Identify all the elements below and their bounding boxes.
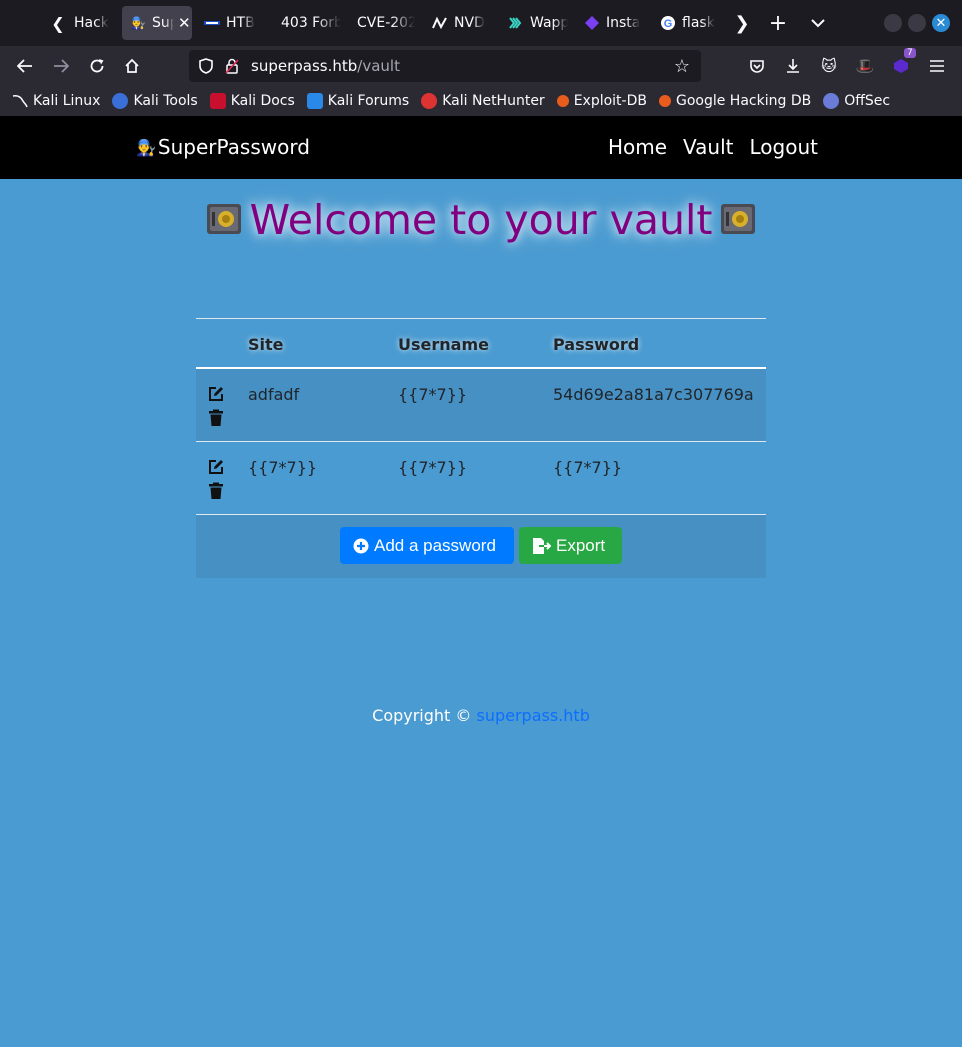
superpass-icon: 👨‍🔧 <box>130 16 146 30</box>
tab-cve[interactable]: CVE-202 <box>357 6 415 40</box>
vault-table: Site Username Password adfadf {{7*7}} 54… <box>196 318 766 578</box>
back-button[interactable] <box>10 51 40 81</box>
minimize-window-button[interactable] <box>884 14 902 32</box>
mechanic-emoji-icon: 👨‍🔧 <box>136 137 156 157</box>
brand-link[interactable]: 👨‍🔧 SuperPassword <box>136 135 310 159</box>
kali-tools-icon <box>112 93 129 109</box>
bookmark-kali-forums[interactable]: Kali Forums <box>306 93 409 109</box>
home-button[interactable] <box>117 51 147 81</box>
tab-403-forbidden[interactable]: 403 Forb <box>281 6 341 40</box>
bookmark-kali-tools[interactable]: Kali Tools <box>112 93 198 109</box>
extension-hacktools-icon[interactable]: 7 <box>886 48 916 81</box>
column-header-site: Site <box>248 335 284 354</box>
kali-forums-icon <box>306 93 323 109</box>
edit-icon[interactable] <box>207 385 225 403</box>
cell-site: adfadf <box>248 385 300 404</box>
export-button[interactable]: Export <box>519 527 622 564</box>
kali-docs-icon <box>209 93 226 109</box>
nav-logout-link[interactable]: Logout <box>750 135 818 159</box>
downloads-icon[interactable] <box>778 51 808 81</box>
bookmark-kali-docs[interactable]: Kali Docs <box>209 93 295 109</box>
shield-icon[interactable] <box>193 53 219 79</box>
cell-username: {{7*7}} <box>398 458 468 477</box>
pocket-icon[interactable] <box>742 51 772 81</box>
kali-icon <box>12 93 28 109</box>
tab-insta[interactable]: Insta <box>584 6 644 40</box>
extension-hat-icon[interactable]: 🎩 <box>850 51 880 81</box>
nvd-icon <box>432 15 448 31</box>
column-header-password: Password <box>553 335 640 354</box>
bookmark-exploit-db[interactable]: Exploit-DB <box>556 93 647 109</box>
scroll-tabs-left-button[interactable]: ❮ <box>44 6 72 40</box>
nethunter-icon <box>421 93 438 109</box>
wappalyzer-icon <box>508 15 524 31</box>
delete-icon[interactable] <box>207 482 225 500</box>
table-footer: Add a password Export <box>196 515 766 578</box>
row-actions <box>207 385 225 433</box>
list-all-tabs-button[interactable] <box>804 6 832 40</box>
cell-password: 54d69e2a81a7c307769a <box>553 385 754 404</box>
nav-vault-link[interactable]: Vault <box>683 135 733 159</box>
bookmark-offsec[interactable]: OffSec <box>823 93 890 109</box>
extension-badge: 7 <box>904 48 916 58</box>
htb-icon <box>204 15 220 31</box>
google-icon: G <box>660 15 676 31</box>
maximize-window-button[interactable] <box>908 14 926 32</box>
insecure-lock-icon[interactable] <box>219 53 245 79</box>
bookmark-star-icon[interactable]: ☆ <box>669 53 695 79</box>
instagram-icon <box>584 15 600 31</box>
file-export-icon <box>533 537 551 554</box>
safe-icon <box>206 204 241 234</box>
close-tab-icon[interactable]: ✕ <box>178 14 191 32</box>
forward-button[interactable] <box>46 51 76 81</box>
bookmark-kali-nethunter[interactable]: Kali NetHunter <box>421 93 545 109</box>
close-window-button[interactable]: ✕ <box>932 14 950 32</box>
bookmarks-bar: Kali Linux Kali Tools Kali Docs Kali For… <box>0 86 962 116</box>
page-title: Welcome to your vault <box>0 196 962 244</box>
delete-icon[interactable] <box>207 409 225 427</box>
exploitdb-icon <box>556 95 569 107</box>
row-actions <box>207 458 225 506</box>
scroll-tabs-right-button[interactable]: ❯ <box>728 6 756 40</box>
tab-flask-google[interactable]: G flask <box>660 6 720 40</box>
menu-icon[interactable] <box>922 51 952 81</box>
svg-text:G: G <box>664 18 673 30</box>
tab-wappalyzer[interactable]: Wapp <box>508 6 568 40</box>
reload-button[interactable] <box>82 51 112 81</box>
url-text[interactable]: superpass.htb/vault <box>251 57 400 75</box>
table-header: Site Username Password <box>196 319 766 369</box>
site-nav: Home Vault Logout <box>592 135 818 159</box>
safe-icon <box>721 204 756 234</box>
table-row: {{7*7}} {{7*7}} {{7*7}} <box>196 442 766 515</box>
browser-tab-bar: ❮ Hack 👨‍🔧 Sup ✕ HTB 403 Forb CVE-202 NV… <box>0 0 962 46</box>
table-row: adfadf {{7*7}} 54d69e2a81a7c307769a <box>196 369 766 442</box>
tab-hackthebox[interactable]: Hack <box>74 6 118 40</box>
column-header-username: Username <box>398 335 489 354</box>
bookmark-google-hacking-db[interactable]: Google Hacking DB <box>658 93 811 109</box>
copyright-footer: Copyright © superpass.htb <box>372 706 590 725</box>
plus-circle-icon <box>353 538 369 553</box>
url-bar[interactable]: superpass.htb/vault ☆ <box>189 50 701 82</box>
nav-home-link[interactable]: Home <box>608 135 667 159</box>
tab-superpass[interactable]: 👨‍🔧 Sup ✕ <box>122 6 192 40</box>
footer-site-link[interactable]: superpass.htb <box>477 706 590 725</box>
new-tab-button[interactable]: + <box>764 6 792 40</box>
cell-site: {{7*7}} <box>248 458 318 477</box>
site-header: 👨‍🔧 SuperPassword Home Vault Logout <box>0 116 962 179</box>
add-password-button[interactable]: Add a password <box>340 527 514 564</box>
cell-password: {{7*7}} <box>553 458 623 477</box>
ghdb-icon <box>658 95 671 107</box>
tab-nvd[interactable]: NVD <box>432 6 492 40</box>
tab-htb[interactable]: HTB <box>204 6 266 40</box>
bookmark-kali-linux[interactable]: Kali Linux <box>12 93 100 109</box>
cell-username: {{7*7}} <box>398 385 468 404</box>
browser-nav-bar: superpass.htb/vault ☆ 🐱 🎩 7 <box>0 46 962 86</box>
edit-icon[interactable] <box>207 458 225 476</box>
extension-cat-icon[interactable]: 🐱 <box>814 51 844 81</box>
offsec-icon <box>823 93 840 109</box>
